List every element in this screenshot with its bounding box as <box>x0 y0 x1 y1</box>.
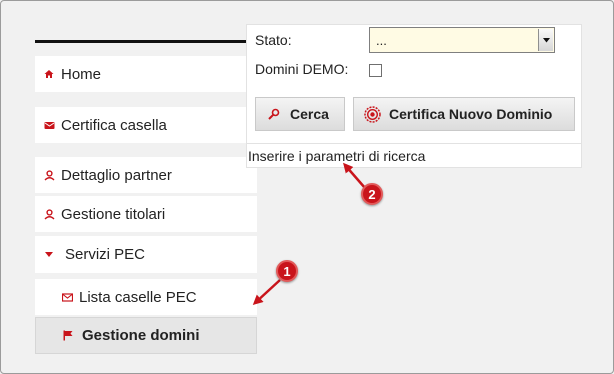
search-hint-bar: Inserire i parametri di ricerca <box>247 143 581 167</box>
sidebar-item-certifica-casella[interactable]: Certifica casella <box>35 107 257 143</box>
annotation-callout-2: 2 <box>361 183 383 205</box>
certifica-button-label: Certifica Nuovo Dominio <box>389 106 553 122</box>
sidebar-item-servizi-pec[interactable]: Servizi PEC <box>35 236 257 273</box>
user-icon <box>41 169 57 181</box>
search-icon <box>268 108 280 120</box>
sidebar-item-label: Lista caselle PEC <box>79 288 197 306</box>
stato-select[interactable]: ... <box>369 27 555 53</box>
domini-demo-checkbox[interactable] <box>369 64 382 77</box>
envelope-icon <box>59 292 75 302</box>
user-icon <box>41 208 57 220</box>
sidebar-item-gestione-titolari[interactable]: Gestione titolari <box>35 196 257 232</box>
chevron-down-icon[interactable] <box>538 29 553 51</box>
search-hint-text: Inserire i parametri di ricerca <box>248 148 426 164</box>
sidebar-item-label: Servizi PEC <box>65 246 146 263</box>
sidebar-item-label: Dettaglio partner <box>61 166 172 184</box>
sidebar-item-label: Home <box>61 65 102 83</box>
sidebar-item-home[interactable]: Home <box>35 56 257 92</box>
envelope-icon <box>41 120 57 130</box>
search-panel: Stato: ... Domini DEMO: Cerca Certifica … <box>246 24 582 168</box>
flag-icon <box>60 330 76 341</box>
annotation-callout-1: 1 <box>276 260 298 282</box>
cerca-button-label: Cerca <box>290 106 329 122</box>
domini-demo-label: Domini DEMO: <box>255 61 349 77</box>
cerca-button[interactable]: Cerca <box>255 97 345 131</box>
sidebar-item-dettaglio-partner[interactable]: Dettaglio partner <box>35 157 257 193</box>
sidebar-item-label: Gestione titolari <box>61 205 166 223</box>
caret-down-icon <box>41 251 57 258</box>
sidebar-item-gestione-domini[interactable]: Gestione domini <box>35 317 257 354</box>
certificate-seal-icon <box>364 105 381 123</box>
stato-select-value: ... <box>376 33 387 48</box>
annotation-arrow-2 <box>343 162 366 189</box>
annotation-arrow-1 <box>252 279 281 306</box>
sidebar-top-rule <box>35 40 247 43</box>
sidebar-item-label: Gestione domini <box>82 327 200 344</box>
home-icon <box>41 69 57 79</box>
sidebar-item-lista-caselle-pec[interactable]: Lista caselle PEC <box>35 279 257 315</box>
sidebar-item-label: Certifica casella <box>61 116 167 134</box>
stato-label: Stato: <box>255 32 292 48</box>
certifica-nuovo-dominio-button[interactable]: Certifica Nuovo Dominio <box>353 97 575 131</box>
